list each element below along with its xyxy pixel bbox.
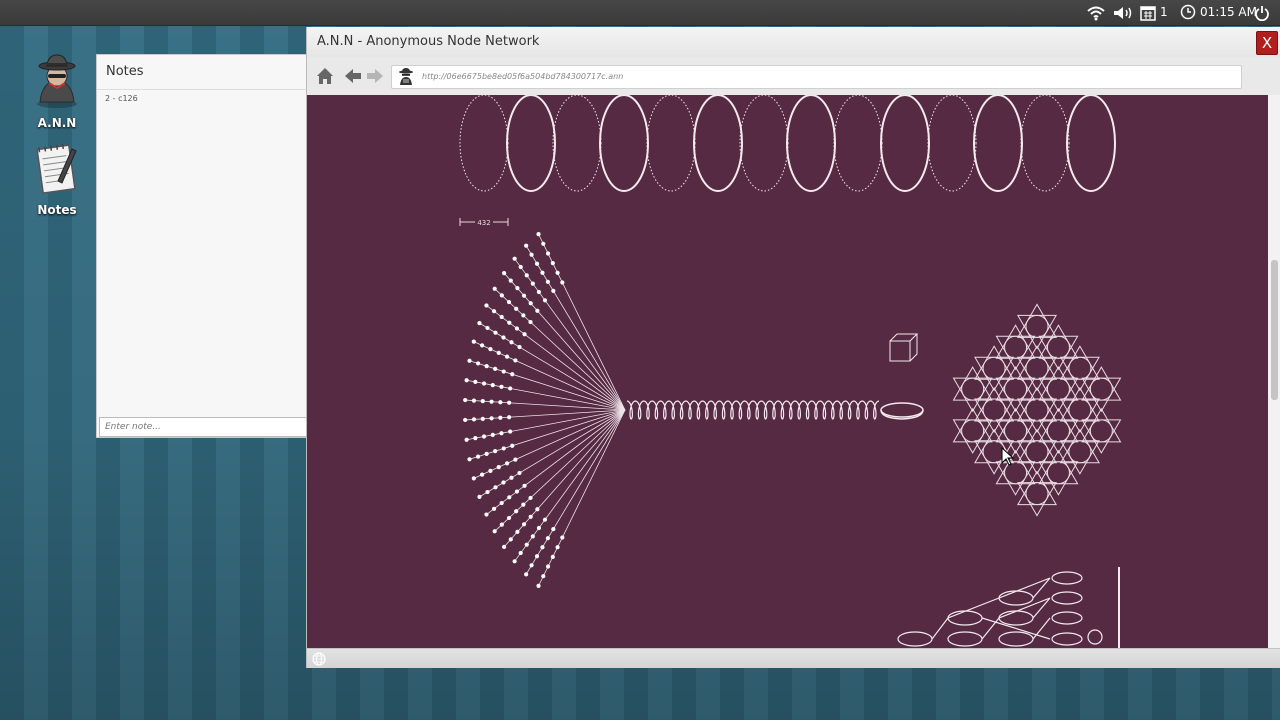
calendar-icon[interactable] xyxy=(1140,4,1156,22)
browser-titlebar[interactable]: A.N.N - Anonymous Node Network X xyxy=(307,27,1280,57)
ring-chain xyxy=(459,95,1116,192)
calendar-count: 1 xyxy=(1160,5,1168,19)
clock-time: 01:15 AM xyxy=(1200,5,1257,19)
desktop-icon-ann[interactable]: A.N.N xyxy=(17,52,97,130)
notes-title: Notes xyxy=(106,64,144,79)
note-item[interactable]: 2 - c126 xyxy=(105,94,138,103)
forward-button[interactable] xyxy=(365,66,385,90)
browser-toolbar: http://06e6675be8ed05f6a504bd784300717c.… xyxy=(307,57,1280,95)
top-panel: 1 01:15 AM xyxy=(0,0,1280,26)
close-button[interactable]: X xyxy=(1256,31,1278,55)
globe-icon[interactable] xyxy=(312,652,326,666)
notes-window: Notes 2 - c126 xyxy=(96,54,308,438)
clock[interactable]: 01:15 AM xyxy=(1180,4,1257,20)
home-button[interactable] xyxy=(315,66,335,90)
power-icon[interactable] xyxy=(1254,4,1270,22)
node-fan xyxy=(463,232,626,588)
forward-icon xyxy=(367,69,383,83)
note-input[interactable] xyxy=(99,417,307,437)
node-network-illustration: 432 xyxy=(459,95,1122,648)
volume-icon[interactable] xyxy=(1112,4,1134,22)
status-bar xyxy=(307,648,1280,668)
divider xyxy=(97,89,307,90)
disc xyxy=(880,402,924,420)
hexagram-lattice xyxy=(952,303,1122,517)
home-icon xyxy=(317,68,333,84)
coil xyxy=(626,400,880,420)
desktop-icon-label: Notes xyxy=(37,203,77,217)
scale-label: 432 xyxy=(477,219,490,227)
vertical-scrollbar[interactable] xyxy=(1268,95,1280,648)
cube xyxy=(889,333,919,362)
anonymous-agent-icon xyxy=(37,54,77,108)
url-bar[interactable]: http://06e6675be8ed05f6a504bd784300717c.… xyxy=(391,65,1242,89)
back-icon xyxy=(345,69,361,83)
wifi-icon[interactable] xyxy=(1086,4,1106,22)
back-button[interactable] xyxy=(343,66,363,90)
page-content: 432 xyxy=(307,95,1268,648)
scrollbar-thumb[interactable] xyxy=(1271,260,1278,400)
url-text: http://06e6675be8ed05f6a504bd784300717c.… xyxy=(422,72,624,81)
window-title: A.N.N - Anonymous Node Network xyxy=(317,34,540,49)
browser-window: A.N.N - Anonymous Node Network X http://… xyxy=(306,27,1280,668)
notepad-icon xyxy=(36,143,77,194)
agent-icon xyxy=(399,68,413,85)
bottom-node-cluster xyxy=(897,567,1120,648)
clock-icon xyxy=(1180,4,1196,20)
desktop-icon-notes[interactable]: Notes xyxy=(17,141,97,217)
desktop-icon-label: A.N.N xyxy=(37,116,77,130)
